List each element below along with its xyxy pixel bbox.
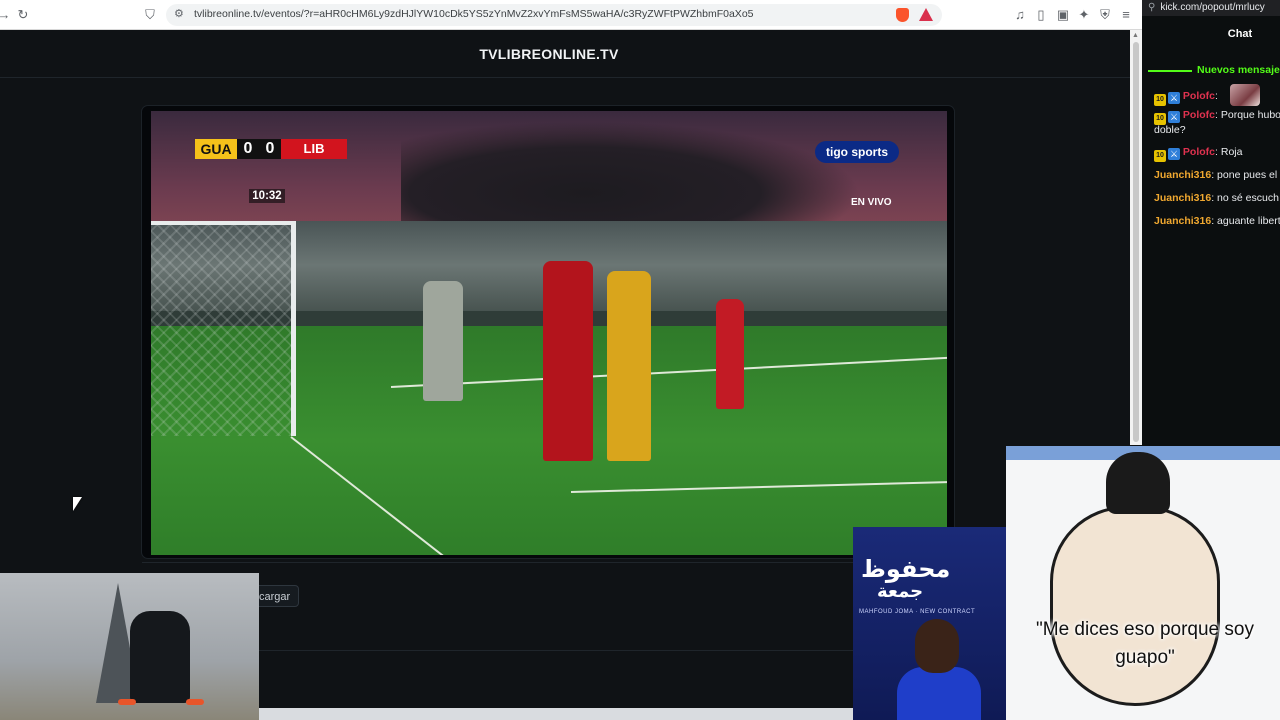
site-header: TVLIBREONLINE.TV xyxy=(0,30,1130,78)
scroll-up-icon[interactable]: ▲ xyxy=(1132,32,1139,39)
brave-rewards-icon[interactable] xyxy=(919,8,933,21)
card-subtext: MAHFOUD JOMA · NEW CONTRACT xyxy=(859,609,976,615)
taskbar-strip xyxy=(259,708,853,720)
dancer-shoe xyxy=(186,699,204,705)
channel-logo: tigo sports xyxy=(815,141,899,163)
card-title: محفوظ xyxy=(861,555,951,583)
player-red-2 xyxy=(716,299,744,409)
page-scrollbar[interactable]: ▲ xyxy=(1130,30,1142,445)
mouse-cursor-icon xyxy=(73,497,82,511)
chat-username[interactable]: Juanchi316 xyxy=(1154,169,1211,181)
player-jersey-image xyxy=(897,667,981,720)
url-text[interactable]: tvlibreonline.tv/eventos/?r=aHR0cHM6Ly9z… xyxy=(194,8,754,20)
chat-message-cont: doble? xyxy=(1154,123,1280,138)
chat-text-cont: doble? xyxy=(1154,124,1186,136)
browser-toolbar: → ↻ ⛉ ⚙ tvlibreonline.tv/eventos/?r=aHR0… xyxy=(0,0,1142,30)
pitch-line xyxy=(390,356,947,388)
scroll-thumb[interactable] xyxy=(1133,42,1139,442)
sword-badge-icon: ⚔ xyxy=(1168,148,1180,160)
cartoon-head-image xyxy=(1050,506,1220,706)
menu-icon[interactable]: ≡ xyxy=(1118,7,1134,23)
video-goal xyxy=(151,221,296,436)
player-red xyxy=(543,261,593,461)
forward-arrow-icon[interactable]: → xyxy=(0,7,12,23)
site-info-icon[interactable]: ⚲ xyxy=(1148,2,1155,13)
chat-title: Chat xyxy=(1227,28,1253,40)
chat-username[interactable]: Juanchi316 xyxy=(1154,192,1211,204)
cartoon-hair-image xyxy=(1106,452,1170,514)
live-label: EN VIVO xyxy=(851,197,892,208)
divider xyxy=(142,650,954,651)
home-score: 0 xyxy=(237,139,259,159)
card-subtitle: جمعة xyxy=(877,581,924,602)
site-title[interactable]: TVLIBREONLINE.TV xyxy=(0,46,1098,62)
sidebar-icon[interactable]: ▯ xyxy=(1033,7,1049,23)
sword-badge-icon: ⚔ xyxy=(1168,92,1180,104)
media-icon[interactable]: ♫ xyxy=(1012,7,1028,23)
eiffel-dance-overlay xyxy=(0,573,259,720)
player-contract-overlay: محفوظ جمعة MAHFOUD JOMA · NEW CONTRACT xyxy=(853,527,1006,720)
vpn-icon[interactable]: ⛨ xyxy=(1097,7,1113,23)
chat-message: 10 ⚔ Polofc: Roja xyxy=(1154,145,1280,162)
chat-username[interactable]: Polofc xyxy=(1183,90,1215,102)
away-team: LIB xyxy=(281,139,347,159)
site-settings-icon[interactable]: ⚙ xyxy=(174,7,184,20)
emote-image xyxy=(1229,84,1260,106)
chat-message: Juanchi316: pone pues el xyxy=(1154,169,1278,181)
player-yellow xyxy=(607,271,651,461)
away-score: 0 xyxy=(259,139,281,159)
goalkeeper xyxy=(423,281,463,401)
chat-username[interactable]: Polofc xyxy=(1183,146,1215,158)
chat-message: 10 ⚔ Polofc: xyxy=(1154,84,1280,106)
chat-message: Juanchi316: no sé escuch xyxy=(1154,192,1279,204)
chat-text: Roja xyxy=(1220,146,1243,158)
chat-text: aguante libert xyxy=(1217,215,1280,227)
chat-text: no sé escuch xyxy=(1217,192,1279,204)
match-clock: 10:32 xyxy=(249,189,285,203)
meme-overlay: "Me dices eso porque soy guapo" xyxy=(1006,446,1280,720)
chat-text: pone pues el xyxy=(1217,169,1278,181)
subscriber-badge-icon: 10 xyxy=(1154,150,1166,162)
new-messages-divider[interactable]: Nuevos mensajes xyxy=(1148,64,1280,78)
chat-username[interactable]: Juanchi316 xyxy=(1154,215,1211,227)
subscriber-badge-icon: 10 xyxy=(1154,94,1166,106)
chat-panel: Chat Nuevos mensajes 10 ⚔ Polofc: 10 ⚔ Pol… xyxy=(1142,16,1280,446)
chat-message: Juanchi316: aguante libert xyxy=(1154,215,1280,227)
chat-text: Porque hubo xyxy=(1220,109,1280,121)
address-bar[interactable]: ⚙ tvlibreonline.tv/eventos/?r=aHR0cHM6Ly… xyxy=(166,4,942,26)
reload-button[interactable]: cargar xyxy=(252,585,300,607)
pitch-line xyxy=(290,436,552,555)
bookmark-icon[interactable]: ⛉ xyxy=(142,7,158,23)
leo-ai-icon[interactable]: ✦ xyxy=(1076,7,1092,23)
new-messages-line xyxy=(1148,70,1192,72)
reload-icon[interactable]: ↻ xyxy=(15,7,31,23)
player-face-image xyxy=(915,619,959,673)
chat-window-urlbar[interactable]: ⚲ kick.com/popout/mrlucy xyxy=(1142,0,1280,16)
dancer-image xyxy=(130,611,190,703)
pitch-line xyxy=(570,481,947,493)
dancer-shoe xyxy=(118,699,136,705)
sword-badge-icon: ⚔ xyxy=(1168,111,1180,123)
wallet-icon[interactable]: ▣ xyxy=(1055,7,1071,23)
new-messages-label[interactable]: Nuevos mensajes xyxy=(1197,64,1280,76)
scorebug: GUA 0 0 LIB xyxy=(195,139,347,159)
brave-shield-icon[interactable] xyxy=(896,8,909,22)
meme-caption: "Me dices eso porque soy guapo" xyxy=(1036,619,1254,668)
home-team: GUA xyxy=(195,139,237,159)
video-stream[interactable]: GUA 0 0 LIB 10:32 tigo sports EN VIVO xyxy=(151,111,947,555)
chat-username[interactable]: Polofc xyxy=(1183,109,1215,121)
chat-popout-url[interactable]: kick.com/popout/mrlucy xyxy=(1160,2,1264,13)
